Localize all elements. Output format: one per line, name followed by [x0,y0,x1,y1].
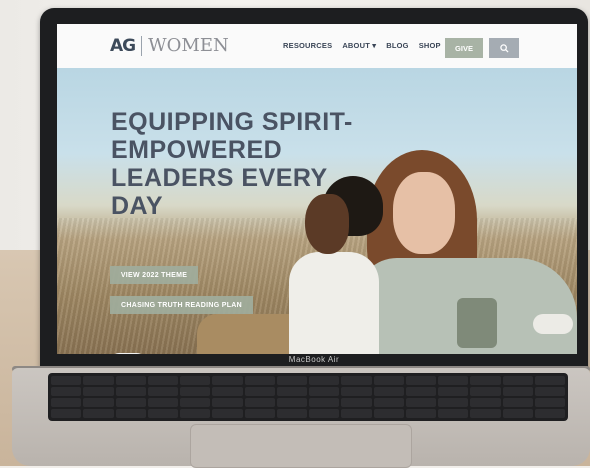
laptop-screen: AG WOMEN RESOURCES ABOUT ▾ BLOG SHOP GIV… [57,24,577,354]
keyboard-key [438,387,469,396]
keyboard-key [534,398,565,407]
give-button[interactable]: GIVE [445,38,483,58]
hero-banner: EQUIPPING SPIRIT- EMPOWERED LEADERS EVER… [57,68,577,354]
keyboard-key [373,376,404,385]
hero-headline: EQUIPPING SPIRIT- EMPOWERED LEADERS EVER… [111,108,371,220]
keyboard-key [212,398,243,407]
keyboard-key [405,398,436,407]
keyboard-key [438,409,469,418]
keyboard-key [244,376,275,385]
keyboard-key [470,409,501,418]
woman-right-hands [533,314,573,334]
keyboard-key [470,398,501,407]
keyboard-key [180,376,211,385]
keyboard-key [244,398,275,407]
keyboard-key [341,409,372,418]
reading-plan-button[interactable]: CHASING TRUTH READING PLAN [110,296,253,314]
keyboard-key [83,376,114,385]
keyboard-key [309,398,340,407]
nav-item-shop[interactable]: SHOP [419,41,441,50]
site-logo[interactable]: AG WOMEN [110,35,229,56]
keyboard-key [244,409,275,418]
keyboard-key [51,409,82,418]
headline-line: DAY [111,192,163,220]
site-header: AG WOMEN RESOURCES ABOUT ▾ BLOG SHOP GIV… [57,24,577,69]
keyboard-key [83,409,114,418]
search-icon [499,43,509,53]
keyboard-key [341,398,372,407]
keyboard-key [309,409,340,418]
keyboard-key [244,387,275,396]
keyboard-key [212,387,243,396]
keyboard-key [341,387,372,396]
keyboard-key [276,376,307,385]
keyboard-key [180,409,211,418]
keyboard-key [309,376,340,385]
main-nav: RESOURCES ABOUT ▾ BLOG SHOP [283,41,441,50]
keyboard-key [502,398,533,407]
laptop-keyboard [48,373,568,421]
keyboard-key [534,376,565,385]
keyboard-key [502,376,533,385]
woman-right-top [457,298,497,348]
keyboard-key [373,398,404,407]
keyboard-key [115,387,146,396]
keyboard-key [470,387,501,396]
keyboard-key [276,398,307,407]
logo-women: WOMEN [148,35,229,56]
logo-ag: AG [110,35,136,56]
keyboard-key [83,398,114,407]
keyboard-key [405,376,436,385]
keyboard-key [115,409,146,418]
keyboard-key [438,398,469,407]
keyboard-key [115,376,146,385]
nav-item-blog[interactable]: BLOG [386,41,408,50]
logo-divider [141,35,143,56]
keyboard-key [147,387,178,396]
keyboard-key [83,387,114,396]
keyboard-key [212,376,243,385]
laptop-trackpad[interactable] [190,424,412,468]
keyboard-key [51,387,82,396]
keyboard-key [470,376,501,385]
search-button[interactable] [489,38,519,58]
laptop-model-label: MacBook Air [288,355,340,364]
keyboard-key [309,387,340,396]
nav-item-about[interactable]: ABOUT ▾ [342,41,376,50]
keyboard-key [276,409,307,418]
woman-left-sweater [289,252,379,354]
headline-line: LEADERS EVERY [111,164,328,192]
woman-left-shoe [111,353,145,354]
keyboard-key [147,376,178,385]
keyboard-key [276,387,307,396]
keyboard-key [405,387,436,396]
keyboard-key [180,398,211,407]
view-theme-button[interactable]: VIEW 2022 THEME [110,266,198,284]
keyboard-key [534,409,565,418]
keyboard-key [373,387,404,396]
keyboard-key [438,376,469,385]
keyboard-key [373,409,404,418]
keyboard-key [341,376,372,385]
keyboard-key [147,398,178,407]
keyboard-key [115,398,146,407]
headline-line: EQUIPPING SPIRIT- [111,108,353,136]
keyboard-key [51,398,82,407]
keyboard-key [502,387,533,396]
woman-right-face [393,172,455,254]
keyboard-key [405,409,436,418]
keyboard-key [51,376,82,385]
keyboard-key [212,409,243,418]
nav-item-resources[interactable]: RESOURCES [283,41,332,50]
keyboard-key [534,387,565,396]
keyboard-key [147,409,178,418]
keyboard-key [180,387,211,396]
headline-line: EMPOWERED [111,136,283,164]
keyboard-key [502,409,533,418]
